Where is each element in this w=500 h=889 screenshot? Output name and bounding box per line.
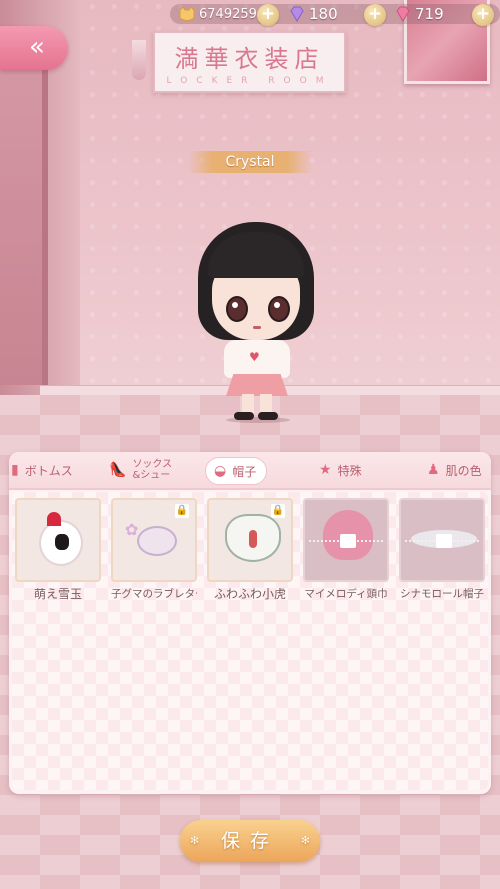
item-label: 萌え雪玉 bbox=[33, 588, 82, 601]
heart-icon: ♥ bbox=[249, 350, 260, 364]
avatar-right-leg bbox=[260, 394, 272, 414]
character-avatar[interactable]: ♥ bbox=[196, 222, 318, 423]
tab-label: ソックス &シュー bbox=[132, 459, 172, 481]
save-button-label: 保存 bbox=[220, 830, 279, 852]
item-grid: 萌え雪玉 🔒 子グマのラブレター 🔒 ふわふわ小虎 マイメロディ頭巾 bbox=[12, 492, 488, 790]
cat-coin-icon bbox=[178, 6, 196, 22]
room-door bbox=[0, 30, 48, 385]
category-tabs: ▮ ボトムス 👠 ソックス &シュー ◒ 帽子 ★ 特殊 ♟ 肌の色 bbox=[9, 452, 491, 490]
gem-counter: 180 bbox=[288, 4, 338, 24]
tab-label: 帽子 bbox=[232, 464, 257, 479]
tab-special[interactable]: ★ 特殊 bbox=[319, 452, 362, 488]
sparkle-icon: ✻ bbox=[300, 834, 310, 847]
lock-icon: 🔒 bbox=[175, 504, 189, 518]
avatar-skirt bbox=[226, 374, 288, 396]
avatar-left-leg bbox=[242, 394, 254, 414]
item-thumbnail: 🔒 bbox=[111, 498, 197, 582]
item-thumbnail bbox=[303, 498, 389, 582]
tiger-hat-image bbox=[225, 514, 281, 562]
avatar-right-eye bbox=[268, 296, 290, 322]
shop-title: 満華衣装店 bbox=[174, 45, 325, 73]
tab-label-line1: ソックス bbox=[132, 459, 173, 470]
back-button[interactable]: « bbox=[0, 26, 68, 70]
pink-gem-icon bbox=[394, 6, 412, 22]
tab-socks-shoes[interactable]: 👠 ソックス &シュー bbox=[109, 452, 172, 488]
shop-sign: 満華衣装店 LOCKER ROOM bbox=[153, 31, 346, 93]
item-card[interactable]: マイメロディ頭巾 bbox=[303, 498, 389, 601]
avatar-left-shoe bbox=[234, 412, 254, 420]
add-gems-button[interactable]: + bbox=[364, 4, 386, 26]
tab-bottoms[interactable]: ▮ ボトムス bbox=[11, 452, 73, 488]
bear-hat-image bbox=[125, 520, 177, 556]
gem-value: 180 bbox=[309, 5, 338, 23]
chandelier-decoration bbox=[132, 40, 146, 80]
hat-icon: ◒ bbox=[214, 463, 227, 479]
item-label: シナモロール帽子 bbox=[400, 588, 484, 600]
item-thumbnail bbox=[399, 498, 485, 582]
purple-gem-icon bbox=[288, 6, 306, 22]
avatar-mouth bbox=[253, 326, 261, 329]
tab-label-line2: &シュー bbox=[132, 470, 171, 481]
avatar-right-shoe bbox=[258, 412, 278, 420]
tab-skin-color[interactable]: ♟ 肌の色 bbox=[427, 452, 482, 488]
item-thumbnail: 🔒 bbox=[207, 498, 293, 582]
heart-gem-counter: 719 bbox=[394, 4, 444, 24]
sparkle-icon: ✻ bbox=[190, 834, 200, 847]
item-card[interactable]: 🔒 ふわふわ小虎 bbox=[207, 498, 293, 601]
item-card[interactable]: 🔒 子グマのラブレター bbox=[111, 498, 197, 601]
figure-icon: ♟ bbox=[427, 462, 440, 478]
save-button[interactable]: ✻ 保存 ✻ bbox=[180, 820, 320, 862]
coin-value: 6749259 bbox=[199, 6, 257, 22]
lock-icon bbox=[436, 534, 452, 548]
lock-icon: 🔒 bbox=[271, 504, 285, 518]
shoe-icon: 👠 bbox=[109, 462, 127, 478]
item-label: マイメロディ頭巾 bbox=[304, 588, 388, 600]
avatar-left-eye bbox=[226, 296, 248, 322]
item-card[interactable]: シナモロール帽子 bbox=[399, 498, 485, 601]
item-card[interactable]: 萌え雪玉 bbox=[15, 498, 101, 601]
item-label: 子グマのラブレター bbox=[111, 588, 197, 600]
heart-gem-value: 719 bbox=[415, 5, 444, 23]
lock-icon bbox=[340, 534, 356, 548]
tab-label: 特殊 bbox=[337, 463, 362, 478]
skirt-icon: ▮ bbox=[11, 462, 19, 478]
tab-label: 肌の色 bbox=[445, 463, 482, 478]
add-heart-gems-button[interactable]: + bbox=[472, 4, 494, 26]
star-icon: ★ bbox=[319, 462, 332, 478]
item-thumbnail bbox=[15, 498, 101, 582]
add-coins-button[interactable]: + bbox=[257, 4, 279, 26]
item-label: ふわふわ小虎 bbox=[213, 588, 286, 601]
wardrobe-panel: ▮ ボトムス 👠 ソックス &シュー ◒ 帽子 ★ 特殊 ♟ 肌の色 萌え雪玉 bbox=[9, 452, 491, 794]
snowball-hat-image bbox=[39, 512, 83, 566]
tab-label: ボトムス bbox=[24, 463, 73, 478]
double-chevron-left-icon: « bbox=[29, 32, 45, 62]
tab-hats[interactable]: ◒ 帽子 bbox=[205, 457, 268, 485]
coin-counter: 6749259 bbox=[178, 4, 257, 24]
shop-subtitle: LOCKER ROOM bbox=[166, 76, 333, 86]
character-name: Crystal bbox=[188, 151, 312, 173]
